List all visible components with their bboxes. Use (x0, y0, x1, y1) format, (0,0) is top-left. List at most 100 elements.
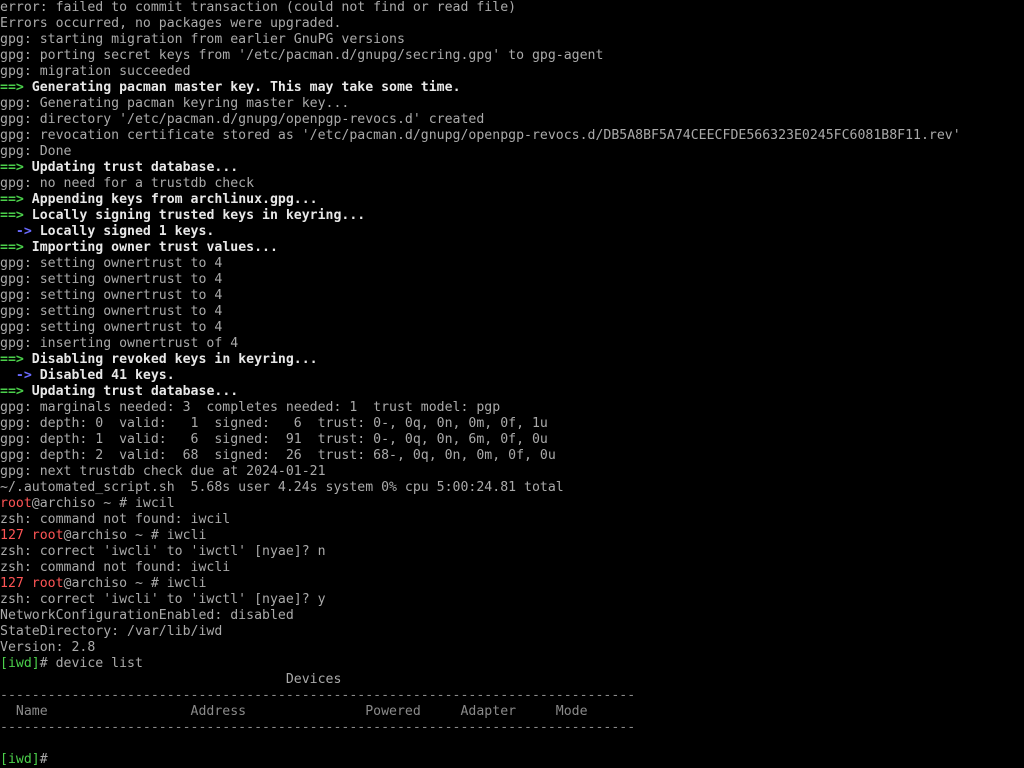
terminal-line: -> Locally signed 1 keys. (0, 224, 1024, 240)
terminal-line: gpg: depth: 0 valid: 1 signed: 6 trust: … (0, 416, 1024, 432)
terminal-text: Appending keys from archlinux.gpg... (23, 192, 318, 207)
terminal-text: ==> (0, 160, 24, 175)
terminal-text: StateDirectory: /var/lib/iwd (0, 624, 223, 639)
terminal-line: ----------------------------------------… (0, 688, 1024, 704)
terminal-line: 127 root@archiso ~ # iwcli (0, 528, 1024, 544)
terminal-text: Locally signing trusted keys in keyring.… (23, 208, 366, 223)
terminal-line: gpg: inserting ownertrust of 4 (0, 336, 1024, 352)
terminal-line: [iwd]# device list (0, 656, 1024, 672)
terminal-text: Updating trust database... (23, 160, 239, 175)
terminal-text: # (39, 752, 56, 767)
terminal-line: ==> Disabling revoked keys in keyring... (0, 352, 1024, 368)
terminal-line: -> Disabled 41 keys. (0, 368, 1024, 384)
terminal-text: @archiso ~ # iwcli (63, 576, 207, 591)
terminal-line: gpg: setting ownertrust to 4 (0, 272, 1024, 288)
terminal-line: gpg: depth: 2 valid: 68 signed: 26 trust… (0, 448, 1024, 464)
terminal-text: Devices (0, 672, 342, 687)
terminal-text: 127 (0, 576, 32, 591)
terminal-line: gpg: setting ownertrust to 4 (0, 256, 1024, 272)
terminal-line: ==> Appending keys from archlinux.gpg... (0, 192, 1024, 208)
terminal-text: ==> (0, 80, 24, 95)
terminal-text: gpg: Generating pacman keyring master ke… (0, 96, 350, 111)
terminal-line: ==> Updating trust database... (0, 160, 1024, 176)
terminal-text: gpg: no need for a trustdb check (0, 176, 255, 191)
terminal-text: gpg: depth: 2 valid: 68 signed: 26 trust… (0, 448, 556, 463)
terminal-text: Locally signed 1 keys. (31, 224, 215, 239)
terminal-line: Errors occurred, no packages were upgrad… (0, 16, 1024, 32)
terminal-line: gpg: setting ownertrust to 4 (0, 320, 1024, 336)
terminal-text: Disabled 41 keys. (31, 368, 175, 383)
terminal-line: zsh: command not found: iwcli (0, 560, 1024, 576)
terminal-line: Name Address Powered Adapter Mode (0, 704, 1024, 720)
terminal-line: gpg: setting ownertrust to 4 (0, 304, 1024, 320)
terminal-text: gpg: next trustdb check due at 2024-01-2… (0, 464, 326, 479)
terminal-line: Version: 2.8 (0, 640, 1024, 656)
terminal-line: gpg: next trustdb check due at 2024-01-2… (0, 464, 1024, 480)
terminal-text: error: failed to commit transaction (cou… (0, 0, 517, 15)
terminal-line: gpg: porting secret keys from '/etc/pacm… (0, 48, 1024, 64)
terminal-text: ==> (0, 192, 24, 207)
terminal-line: zsh: correct 'iwcli' to 'iwctl' [nyae]? … (0, 544, 1024, 560)
terminal-text: ==> (0, 384, 24, 399)
terminal-text: gpg: migration succeeded (0, 64, 191, 79)
terminal-text: gpg: revocation certificate stored as '/… (0, 128, 961, 143)
terminal-line: error: failed to commit transaction (cou… (0, 0, 1024, 16)
terminal-text: gpg: starting migration from earlier Gnu… (0, 32, 405, 47)
terminal-line: zsh: correct 'iwcli' to 'iwctl' [nyae]? … (0, 592, 1024, 608)
terminal-text: gpg: Done (0, 144, 72, 159)
terminal-text: gpg: marginals needed: 3 completes neede… (0, 400, 501, 415)
terminal-line: root@archiso ~ # iwcil (0, 496, 1024, 512)
terminal-text: gpg: inserting ownertrust of 4 (0, 336, 239, 351)
terminal-line: gpg: setting ownertrust to 4 (0, 288, 1024, 304)
terminal-line: gpg: marginals needed: 3 completes neede… (0, 400, 1024, 416)
terminal-line: gpg: Generating pacman keyring master ke… (0, 96, 1024, 112)
terminal-line: ==> Generating pacman master key. This m… (0, 80, 1024, 96)
terminal-line: gpg: directory '/etc/pacman.d/gnupg/open… (0, 112, 1024, 128)
terminal-text: [iwd] (0, 752, 40, 767)
terminal-text: zsh: correct 'iwcli' to 'iwctl' [nyae]? … (0, 544, 326, 559)
terminal-line: ==> Importing owner trust values... (0, 240, 1024, 256)
terminal-text: ----------------------------------------… (0, 720, 636, 735)
terminal-text: Errors occurred, no packages were upgrad… (0, 16, 342, 31)
terminal-prompt-line[interactable]: [iwd]# (0, 752, 1024, 768)
terminal-line: gpg: starting migration from earlier Gnu… (0, 32, 1024, 48)
terminal-line: 127 root@archiso ~ # iwcli (0, 576, 1024, 592)
terminal-line: StateDirectory: /var/lib/iwd (0, 624, 1024, 640)
terminal-text: root (31, 528, 64, 543)
terminal-text: zsh: command not found: iwcli (0, 560, 231, 575)
terminal-text: ==> (0, 240, 24, 255)
terminal-text: zsh: correct 'iwcli' to 'iwctl' [nyae]? … (0, 592, 326, 607)
terminal-text: root (31, 576, 64, 591)
terminal-text: Updating trust database... (23, 384, 239, 399)
terminal-text: gpg: directory '/etc/pacman.d/gnupg/open… (0, 112, 485, 127)
terminal-text: Generating pacman master key. This may t… (23, 80, 461, 95)
terminal-line: ==> Locally signing trusted keys in keyr… (0, 208, 1024, 224)
terminal-text: # device list (39, 656, 143, 671)
terminal-text: Importing owner trust values... (23, 240, 278, 255)
terminal-line: zsh: command not found: iwcil (0, 512, 1024, 528)
terminal-line: NetworkConfigurationEnabled: disabled (0, 608, 1024, 624)
terminal-text: Disabling revoked keys in keyring... (23, 352, 318, 367)
terminal-text: gpg: setting ownertrust to 4 (0, 304, 223, 319)
terminal-text: NetworkConfigurationEnabled: disabled (0, 608, 294, 623)
terminal-text: -> (0, 368, 32, 383)
terminal-text: 127 (0, 528, 32, 543)
terminal-line: ==> Updating trust database... (0, 384, 1024, 400)
terminal-text: [iwd] (0, 656, 40, 671)
terminal-text: gpg: setting ownertrust to 4 (0, 256, 223, 271)
terminal-text: root (0, 496, 32, 511)
terminal-text: gpg: porting secret keys from '/etc/pacm… (0, 48, 604, 63)
terminal-line: Devices (0, 672, 1024, 688)
terminal-text: @archiso ~ # iwcli (63, 528, 207, 543)
terminal-text: gpg: setting ownertrust to 4 (0, 320, 223, 335)
terminal-text: Name Address Powered Adapter Mode (0, 704, 588, 719)
terminal-text: ==> (0, 208, 24, 223)
terminal-window[interactable]: error: failed to commit transaction (cou… (0, 0, 1024, 768)
terminal-text: ~/.automated_script.sh 5.68s user 4.24s … (0, 480, 564, 495)
terminal-text: ==> (0, 352, 24, 367)
terminal-line: ----------------------------------------… (0, 720, 1024, 736)
terminal-text: gpg: setting ownertrust to 4 (0, 288, 223, 303)
terminal-text: Version: 2.8 (0, 640, 96, 655)
terminal-text: gpg: depth: 1 valid: 6 signed: 91 trust:… (0, 432, 548, 447)
